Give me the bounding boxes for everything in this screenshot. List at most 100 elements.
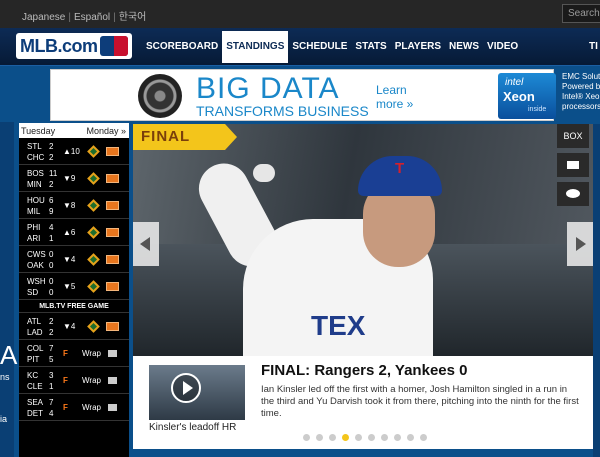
game-teams: HOU MIL <box>27 196 45 216</box>
gameday-diamond-icon[interactable] <box>87 253 100 266</box>
game-row[interactable]: WSH SD 00 ▼5 <box>19 273 129 300</box>
wrap-link[interactable]: Wrap <box>82 403 101 412</box>
video-camera-icon[interactable] <box>108 350 117 357</box>
game-teams: BOS MIN <box>27 169 44 189</box>
separator: | <box>68 12 71 23</box>
ad-subline: TRANSFORMS BUSINESS <box>196 103 369 119</box>
left-promo-edge[interactable] <box>0 122 14 457</box>
game-inning: ▼4 <box>63 322 76 331</box>
video-caption[interactable]: Kinsler's leadoff HR <box>149 422 236 433</box>
ad-side-line: Powered b <box>562 82 600 91</box>
left-promo-text: ns <box>0 372 10 382</box>
game-row[interactable]: BOS MIN 11 2 ▼9 <box>19 165 129 192</box>
ad-side-line: EMC Soluti <box>562 72 600 81</box>
jersey-lettering: TEX <box>311 310 366 341</box>
carousel-dot[interactable] <box>368 434 375 441</box>
logo-text: MLB.com <box>20 36 98 56</box>
carousel-dot[interactable] <box>420 434 427 441</box>
game-teams: WSH SD <box>27 277 46 297</box>
nav-players[interactable]: PLAYERS <box>391 31 445 63</box>
carousel-dot[interactable] <box>342 434 349 441</box>
gameday-diamond-icon[interactable] <box>87 172 100 185</box>
main-navbar: MLB.com SCOREBOARD STANDINGS SCHEDULE ST… <box>0 28 600 66</box>
nav-schedule[interactable]: SCHEDULE <box>288 31 351 63</box>
carousel-dot[interactable] <box>355 434 362 441</box>
mlbtv-icon[interactable] <box>106 201 119 210</box>
carousel-dot[interactable] <box>329 434 336 441</box>
gameday-diamond-icon[interactable] <box>87 320 100 333</box>
mlbtv-icon[interactable] <box>106 255 119 264</box>
feature-photo[interactable]: TEX T <box>133 124 593 356</box>
game-row[interactable]: STL CHC 22 ▲10 <box>19 138 129 165</box>
game-inning: ▼4 <box>63 255 76 264</box>
video-camera-icon[interactable] <box>108 404 117 411</box>
mlbtv-icon[interactable] <box>106 147 119 156</box>
language-spanish-link[interactable]: Español <box>74 12 110 23</box>
carousel-dot[interactable] <box>381 434 388 441</box>
separator: | <box>113 12 116 23</box>
search-placeholder: Search <box>568 8 600 19</box>
gameday-diamond-icon[interactable] <box>87 226 100 239</box>
video-thumbnail[interactable] <box>149 365 245 420</box>
game-row[interactable]: KC CLE 31 F Wrap <box>19 367 129 394</box>
right-rail-edge <box>593 124 600 457</box>
mlbtv-icon[interactable] <box>106 282 119 291</box>
game-row[interactable]: CWS OAK 00 ▼4 <box>19 246 129 273</box>
game-row[interactable]: COL PIT 75 F Wrap <box>19 340 129 367</box>
intel-product: Xeon <box>503 89 535 104</box>
gameday-button[interactable] <box>557 182 589 206</box>
box-score-button[interactable]: BOX <box>557 124 589 148</box>
carousel-prev-button[interactable] <box>133 222 159 266</box>
banner-ad[interactable]: BIG DATA TRANSFORMS BUSINESS Learn more … <box>50 69 556 121</box>
game-scores: 11 2 <box>49 169 58 189</box>
feature-carousel: TEX T FINAL BOX Kinsler's leadoff HR FIN… <box>133 124 593 449</box>
ad-side-line: Intel® Xeon <box>562 92 600 101</box>
wrap-link[interactable]: Wrap <box>82 349 101 358</box>
mlbtv-icon[interactable] <box>106 174 119 183</box>
wrap-link[interactable]: Wrap <box>82 376 101 385</box>
play-icon[interactable] <box>171 373 201 403</box>
carousel-next-button[interactable] <box>567 222 593 266</box>
feature-headline[interactable]: FINAL: Rangers 2, Yankees 0 <box>261 362 467 379</box>
game-inning: ▼8 <box>63 201 76 210</box>
mlbtv-icon[interactable] <box>106 228 119 237</box>
language-korean-link[interactable]: 한국어 <box>119 12 147 23</box>
nav-scoreboard[interactable]: SCOREBOARD <box>142 31 222 63</box>
game-row[interactable]: PHI ARI 41 ▲6 <box>19 219 129 246</box>
carousel-dot[interactable] <box>394 434 401 441</box>
nav-standings[interactable]: STANDINGS <box>222 31 289 63</box>
game-row[interactable]: HOU MIL 69 ▼8 <box>19 192 129 219</box>
nav-video[interactable]: VIDEO <box>483 31 522 63</box>
nav-stats[interactable]: STATS <box>351 31 390 63</box>
scoreboard-next-day-link[interactable]: Monday » <box>86 126 126 136</box>
game-inning: ▲6 <box>63 228 76 237</box>
game-inning: ▲10 <box>63 147 80 156</box>
batter-logo-icon <box>100 36 128 56</box>
game-row[interactable]: SEA DET 74 F Wrap <box>19 394 129 421</box>
mlb-logo[interactable]: MLB.com <box>16 33 132 59</box>
gameday-diamond-icon[interactable] <box>87 280 100 293</box>
left-promo-letter: A <box>0 340 18 370</box>
search-input[interactable]: Search <box>562 4 600 23</box>
disk-wheel-icon <box>138 74 182 118</box>
free-game-label: MLB.TV FREE GAME <box>19 300 129 313</box>
ad-learn-more-link[interactable]: Learn more » <box>376 83 416 111</box>
intel-brand: intel <box>505 77 524 88</box>
game-scores: 31 <box>49 371 54 391</box>
game-scores: 74 <box>49 398 54 418</box>
carousel-dot[interactable] <box>407 434 414 441</box>
gameday-diamond-icon[interactable] <box>87 145 100 158</box>
gameday-diamond-icon[interactable] <box>87 199 100 212</box>
carousel-dot[interactable] <box>316 434 323 441</box>
pitcher-hand <box>253 164 275 182</box>
scoreboard-day: Tuesday <box>21 126 56 136</box>
mlbtv-icon[interactable] <box>106 322 119 331</box>
carousel-dot[interactable] <box>303 434 310 441</box>
game-row[interactable]: ATL LAD 22 ▼4 <box>19 313 129 340</box>
video-button[interactable] <box>557 153 589 177</box>
video-camera-icon[interactable] <box>108 377 117 384</box>
language-japanese-link[interactable]: Japanese <box>22 12 65 23</box>
feature-summary: Ian Kinsler led off the first with a hom… <box>261 384 579 419</box>
nav-news[interactable]: NEWS <box>445 31 483 63</box>
nav-tickets[interactable]: TI <box>589 41 598 52</box>
